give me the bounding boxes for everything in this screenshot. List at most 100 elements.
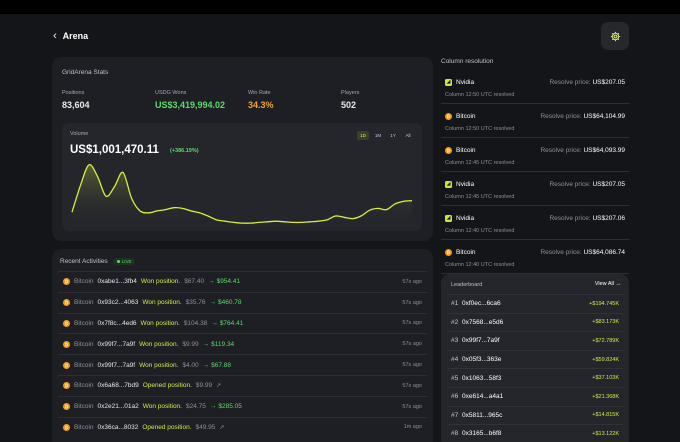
resolution-time: Column 12:50 UTC resolved bbox=[445, 92, 515, 98]
resolve-price: Resolve price: US$207.05 bbox=[549, 181, 625, 188]
arrow-right-icon: → bbox=[202, 361, 210, 369]
resolution-time: Column 12:45 UTC resolved bbox=[445, 194, 515, 200]
resolution-list: ◢ Nvidia Column 12:50 UTC resolved Resolve … bbox=[441, 70, 629, 274]
back-button[interactable]: ‹ Arena bbox=[53, 30, 88, 42]
resolution-time: Column 12:40 UTC resolved bbox=[445, 228, 515, 234]
leaderboard-amount: +$194.745K bbox=[589, 300, 619, 307]
leaderboard-row[interactable]: #8 0x3165...b6f8 +$13.122K bbox=[447, 424, 623, 442]
resolve-price-label: Resolve price: bbox=[540, 147, 582, 154]
activity-action: Won position. bbox=[142, 403, 182, 411]
activity-row[interactable]: ₿ Bitcoin 0x99f7...7a9f Won position. $4.00 →… bbox=[58, 354, 427, 375]
resolve-price: Resolve price: US$207.05 bbox=[549, 79, 625, 86]
leaderboard-row[interactable]: #5 0x1063...58f3 +$37.103K bbox=[447, 368, 623, 387]
activity-asset: Bitcoin bbox=[74, 361, 94, 369]
activity-asset: Bitcoin bbox=[74, 423, 94, 431]
settings-button[interactable] bbox=[601, 22, 629, 50]
leaderboard-address: 0x99f7...7a9f bbox=[462, 337, 500, 345]
resolution-row: ₿ Bitcoin Column 12:40 UTC resolved Resolve… bbox=[441, 240, 629, 274]
leaderboard-address: 0x05f3...363e bbox=[462, 356, 502, 364]
activity-asset: Bitcoin bbox=[74, 340, 94, 348]
resolve-price: Resolve price: US$64,104.99 bbox=[540, 113, 625, 120]
activity-amount: $4.00 bbox=[182, 361, 199, 369]
leaderboard-title: Leaderboard bbox=[451, 282, 483, 288]
leaderboard-amount: +$59.824K bbox=[592, 356, 619, 363]
leaderboard-rank: #4 bbox=[451, 356, 459, 364]
resolve-price-label: Resolve price: bbox=[549, 79, 591, 86]
arrow-right-icon: → bbox=[209, 403, 217, 411]
leaderboard-address: 0x5811...965c bbox=[462, 411, 503, 419]
leaderboard-row[interactable]: #3 0x99f7...7a9f +$72.789K bbox=[447, 331, 623, 350]
stat-value: 34.3% bbox=[248, 100, 274, 110]
activities-title: Recent Activities bbox=[60, 258, 108, 265]
activity-amount: $9.99 bbox=[195, 382, 213, 390]
arrow-right-icon: → bbox=[208, 278, 215, 286]
resolve-price: Resolve price: US$207.06 bbox=[549, 215, 625, 222]
external-link-icon[interactable]: ↗ bbox=[216, 382, 221, 389]
bitcoin-icon: ₿ bbox=[63, 403, 70, 411]
resolution-asset: ◢ Nvidia bbox=[445, 215, 474, 222]
resolution-asset: ₿ Bitcoin bbox=[445, 249, 476, 256]
activity-row[interactable]: ₿ Bitcoin 0x2e21...01a2 Won position. $24.75… bbox=[58, 395, 427, 417]
activity-row[interactable]: ₿ Bitcoin 0x99f7...7a9f Won position. $9.99 →… bbox=[58, 333, 427, 354]
resolution-asset: ◢ Nvidia bbox=[445, 181, 474, 188]
activity-row[interactable]: ₿ Bitcoin 0x93c2...4063 Won position. $35.76… bbox=[58, 291, 427, 313]
external-link-icon[interactable]: ↗ bbox=[219, 424, 224, 431]
resolution-asset-name: Bitcoin bbox=[456, 113, 476, 120]
range-1y[interactable]: 1Y bbox=[387, 131, 399, 140]
activity-payout: $460.78 bbox=[218, 299, 242, 307]
resolve-price: Resolve price: US$64,086.74 bbox=[540, 249, 625, 256]
leaderboard-rank: #2 bbox=[451, 318, 459, 326]
leaderboard-row[interactable]: #1 0xf0ec...6ca6 +$194.745K bbox=[447, 294, 623, 313]
stats-card: GridArena Stats Positions 83,604 USDG Wo… bbox=[52, 57, 433, 241]
activity-row[interactable]: ₿ Bitcoin 0x36ca...8032 Opened position. $49… bbox=[58, 416, 427, 438]
leaderboard-card: Leaderboard View All → #1 0xf0ec...6ca6 +$… bbox=[441, 274, 629, 442]
stat-label: Positions bbox=[62, 90, 85, 96]
resolution-row: ◢ Nvidia Column 12:45 UTC resolved Resolve … bbox=[441, 172, 629, 206]
range-1d[interactable]: 1D bbox=[357, 131, 369, 140]
view-all-link[interactable]: View All → bbox=[595, 281, 621, 287]
stat-win-rate: Win Rate 34.3% bbox=[248, 90, 274, 110]
leaderboard-rank: #1 bbox=[451, 300, 459, 308]
activity-address: 0x7f8c...4ed6 bbox=[97, 319, 137, 327]
volume-value: US$1,001,470.11 bbox=[70, 144, 159, 156]
resolve-price-label: Resolve price: bbox=[540, 113, 582, 120]
bitcoin-icon: ₿ bbox=[63, 340, 70, 348]
resolution-asset: ₿ Bitcoin bbox=[445, 113, 476, 120]
page-title: Arena bbox=[62, 31, 89, 41]
live-dot-icon bbox=[116, 260, 120, 263]
activity-action: Won position. bbox=[139, 340, 179, 348]
resolve-price-value: US$64,086.74 bbox=[583, 249, 625, 256]
leaderboard-amount: +$13.122K bbox=[592, 430, 619, 437]
range-all[interactable]: All bbox=[402, 131, 414, 140]
activity-action: Won position. bbox=[142, 299, 182, 307]
leaderboard-row[interactable]: #7 0x5811...965c +$14.815K bbox=[447, 405, 623, 425]
range-tabs: 1D 1M 1Y All bbox=[357, 131, 414, 140]
nvidia-icon: ◢ bbox=[445, 79, 452, 86]
nvidia-icon: ◢ bbox=[445, 181, 452, 188]
bitcoin-icon: ₿ bbox=[63, 319, 70, 327]
resolution-asset-name: Nvidia bbox=[456, 215, 475, 222]
nvidia-icon: ◢ bbox=[445, 215, 452, 222]
leaderboard-row[interactable]: #4 0x05f3...363e +$59.824K bbox=[447, 349, 623, 369]
activity-row[interactable]: ₿ Bitcoin 0x7f8c...4ed6 Won position. $104.3… bbox=[58, 312, 427, 334]
activity-address: 0x6a68...7bd9 bbox=[97, 382, 139, 390]
range-1m[interactable]: 1M bbox=[372, 131, 384, 140]
stat-label: Players bbox=[341, 90, 360, 96]
leaderboard-amount: +$14.815K bbox=[592, 412, 619, 419]
arrow-right-icon: → bbox=[202, 340, 210, 348]
activity-row[interactable]: ₿ Bitcoin 0xabe1...3fb4 Won position. $67.40… bbox=[58, 271, 427, 292]
activity-time: 57s ago bbox=[402, 320, 422, 327]
activity-time: 57s ago bbox=[402, 382, 422, 389]
activity-address: 0x99f7...7a9f bbox=[97, 361, 136, 369]
leaderboard-row[interactable]: #6 0xe614...a4a1 +$21.368K bbox=[447, 386, 623, 406]
bitcoin-icon: ₿ bbox=[63, 382, 70, 390]
leaderboard-rank: #7 bbox=[451, 411, 459, 419]
activity-asset: Bitcoin bbox=[74, 299, 94, 307]
resolve-price-label: Resolve price: bbox=[549, 181, 591, 188]
leaderboard-row[interactable]: #2 0x7568...e5d6 +$83.173K bbox=[447, 312, 623, 332]
activity-row[interactable]: ₿ Bitcoin 0x6a68...7bd9 Opened position. $9.… bbox=[58, 374, 427, 396]
resolve-price: Resolve price: US$64,093.99 bbox=[540, 147, 625, 154]
stat-label: Win Rate bbox=[248, 90, 271, 96]
activity-payout: $67.88 bbox=[211, 361, 232, 369]
resolve-price-value: US$64,104.99 bbox=[583, 113, 625, 120]
